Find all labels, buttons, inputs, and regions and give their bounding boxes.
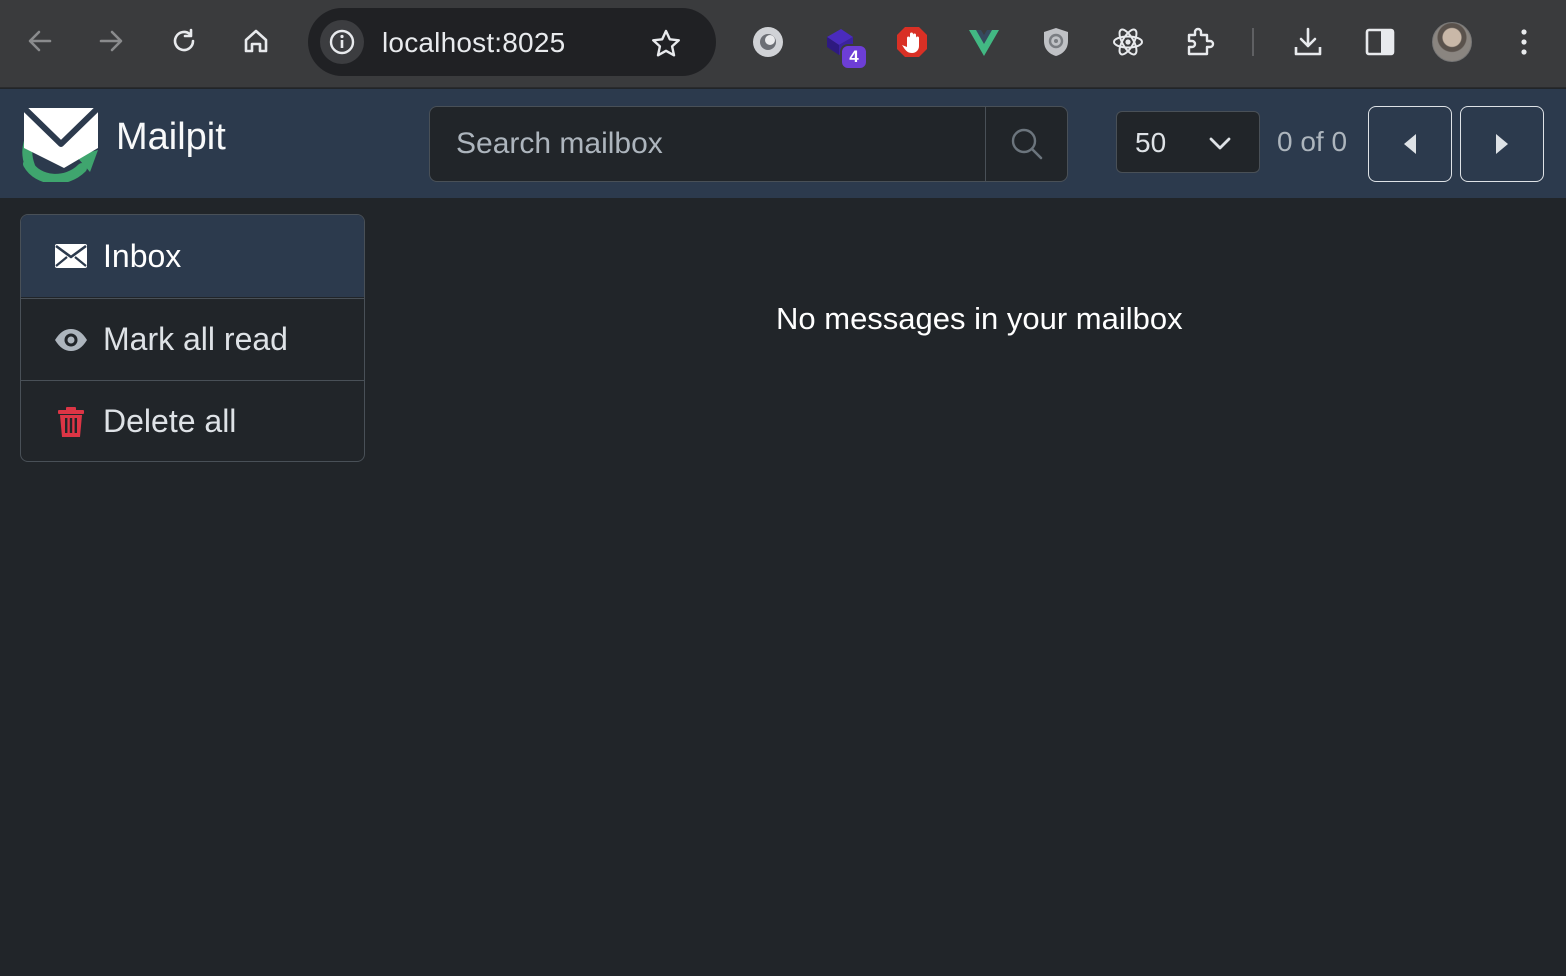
sidebar-menu: Inbox Mark all read Delete all: [20, 214, 365, 462]
profile-avatar[interactable]: [1432, 22, 1472, 62]
back-icon[interactable]: [20, 21, 60, 61]
empty-mailbox-message: No messages in your mailbox: [776, 301, 1183, 336]
chevron-down-icon: [1205, 128, 1235, 158]
sidebar-item-label: Mark all read: [103, 321, 288, 357]
extension-circle-icon[interactable]: [748, 22, 788, 62]
shield-extension-icon[interactable]: [1036, 22, 1076, 62]
extension-badge: 4: [840, 44, 868, 70]
sidebar-item-label: Delete all: [103, 403, 237, 439]
sidebar-item-label: Inbox: [103, 237, 182, 274]
url-text: localhost:8025: [382, 27, 566, 58]
sidebar-item-inbox[interactable]: Inbox: [21, 215, 364, 297]
eye-icon: [53, 322, 89, 358]
search-form: [429, 106, 1068, 182]
side-panel-icon[interactable]: [1360, 22, 1400, 62]
caret-right-icon: [1491, 132, 1513, 156]
app-navbar: Mailpit 50 0 of 0: [0, 89, 1566, 198]
trash-icon: [53, 404, 89, 440]
browser-toolbar: localhost:8025 4: [0, 0, 1566, 88]
sidebar-item-delete-all[interactable]: Delete all: [21, 380, 364, 461]
next-page-button[interactable]: [1460, 106, 1544, 182]
envelope-icon: [53, 238, 89, 274]
reload-icon[interactable]: [164, 21, 204, 61]
bookmark-star-icon[interactable]: [646, 24, 686, 64]
site-info-icon[interactable]: [320, 20, 364, 64]
sidebar-item-mark-all-read[interactable]: Mark all read: [21, 298, 364, 380]
toolbar-separator: [1252, 28, 1254, 56]
search-input[interactable]: [430, 107, 985, 181]
caret-left-icon: [1399, 132, 1421, 156]
vue-devtools-icon[interactable]: [964, 22, 1004, 62]
forward-icon[interactable]: [91, 21, 131, 61]
download-icon[interactable]: [1288, 22, 1328, 62]
pagination-count: 0 of 0: [1277, 126, 1348, 157]
adblock-hand-icon[interactable]: [892, 22, 932, 62]
per-page-value: 50: [1135, 127, 1167, 158]
mailpit-logo-icon[interactable]: [20, 105, 101, 184]
home-icon[interactable]: [236, 21, 276, 61]
address-bar[interactable]: localhost:8025: [308, 8, 716, 76]
react-devtools-icon[interactable]: [1108, 22, 1148, 62]
search-icon: [1009, 126, 1045, 162]
search-button[interactable]: [985, 107, 1067, 181]
extensions-puzzle-icon[interactable]: [1180, 22, 1220, 62]
menu-kebab-icon[interactable]: [1504, 22, 1544, 62]
brand-name[interactable]: Mailpit: [116, 116, 226, 159]
previous-page-button[interactable]: [1368, 106, 1452, 182]
per-page-select[interactable]: 50: [1116, 111, 1260, 173]
